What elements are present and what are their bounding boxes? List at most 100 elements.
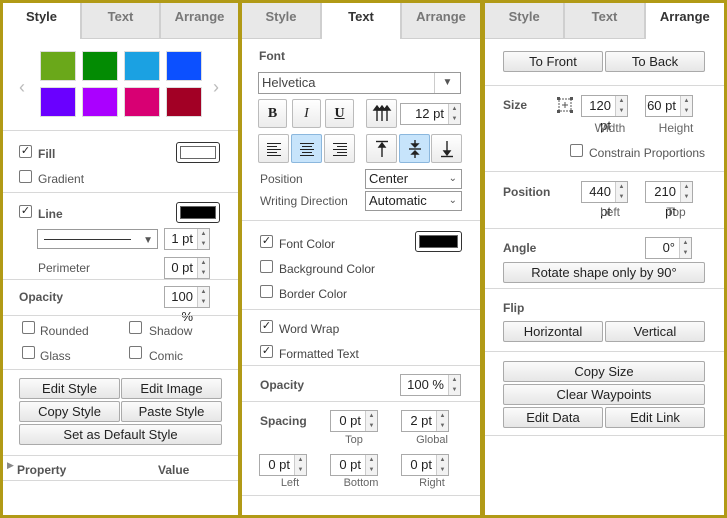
expand-arrow-icon[interactable]: ▶ bbox=[7, 460, 14, 471]
spinner-icon[interactable]: ▲ ▼ bbox=[615, 182, 627, 202]
rounded-label: Rounded bbox=[40, 324, 89, 338]
tab-arrange[interactable]: Arrange bbox=[644, 3, 724, 39]
spinner-icon[interactable]: ▲ ▼ bbox=[197, 258, 209, 278]
glass-checkbox[interactable] bbox=[22, 346, 35, 359]
word-wrap-checkbox[interactable]: ✓ bbox=[260, 320, 273, 333]
line-pattern-select[interactable]: ▼ bbox=[37, 229, 158, 249]
tab-arrange[interactable]: Arrange bbox=[401, 3, 480, 39]
clear-waypoints-button[interactable]: Clear Waypoints bbox=[503, 384, 705, 405]
color-swatch[interactable] bbox=[124, 87, 160, 117]
edit-data-button[interactable]: Edit Data bbox=[503, 407, 603, 428]
left-label: Left bbox=[599, 205, 620, 219]
autosize-icon[interactable] bbox=[556, 96, 574, 117]
spacing-right-input[interactable]: 0 pt ▲ ▼ bbox=[401, 454, 449, 476]
line-color-button[interactable] bbox=[176, 202, 220, 223]
color-swatch[interactable] bbox=[166, 87, 202, 117]
chevron-right-icon[interactable]: › bbox=[213, 77, 219, 98]
spinner-icon[interactable]: ▲ ▼ bbox=[448, 104, 460, 124]
align-center-icon[interactable] bbox=[291, 134, 322, 163]
tab-text[interactable]: Text bbox=[81, 3, 160, 39]
flip-vertical-button[interactable]: Vertical bbox=[605, 321, 705, 342]
rotate-button[interactable]: Rotate shape only by 90° bbox=[503, 262, 705, 283]
to-back-button[interactable]: To Back bbox=[605, 51, 705, 72]
font-size-input[interactable]: 12 pt ▲ ▼ bbox=[400, 103, 461, 125]
valign-middle-icon[interactable] bbox=[399, 134, 430, 163]
rounded-checkbox[interactable] bbox=[22, 321, 35, 334]
tab-style[interactable]: Style bbox=[485, 3, 565, 39]
valign-bottom-icon[interactable] bbox=[431, 134, 462, 163]
gradient-checkbox[interactable] bbox=[19, 170, 32, 183]
chevron-down-icon: ▼ bbox=[434, 73, 460, 93]
align-right-icon[interactable] bbox=[324, 134, 355, 163]
fill-color-button[interactable] bbox=[176, 142, 220, 163]
border-color-checkbox[interactable] bbox=[260, 285, 273, 298]
color-swatch[interactable] bbox=[82, 51, 118, 81]
formatted-text-checkbox[interactable]: ✓ bbox=[260, 345, 273, 358]
perimeter-input[interactable]: 0 pt ▲ ▼ bbox=[164, 257, 210, 279]
font-color-checkbox[interactable]: ✓ bbox=[260, 235, 273, 248]
italic-button[interactable]: I bbox=[292, 99, 321, 128]
line-width-input[interactable]: 1 pt ▲ ▼ bbox=[164, 228, 210, 250]
spinner-icon[interactable]: ▲ ▼ bbox=[436, 455, 448, 475]
spacing-top-input[interactable]: 0 pt ▲ ▼ bbox=[330, 410, 378, 432]
color-swatch[interactable] bbox=[40, 87, 76, 117]
opacity-input[interactable]: 100 % ▲ ▼ bbox=[164, 286, 210, 324]
font-color-button[interactable] bbox=[415, 231, 462, 252]
background-color-checkbox[interactable] bbox=[260, 260, 273, 273]
color-swatch[interactable] bbox=[124, 51, 160, 81]
spinner-icon[interactable]: ▲ ▼ bbox=[294, 455, 306, 475]
tab-arrange[interactable]: Arrange bbox=[160, 3, 238, 39]
edit-image-button[interactable]: Edit Image bbox=[121, 378, 222, 399]
edit-style-button[interactable]: Edit Style bbox=[19, 378, 120, 399]
comic-checkbox[interactable] bbox=[129, 346, 142, 359]
formatted-text-label: Formatted Text bbox=[279, 347, 359, 361]
valign-top-icon[interactable] bbox=[366, 134, 397, 163]
flip-horizontal-button[interactable]: Horizontal bbox=[503, 321, 603, 342]
tab-style[interactable]: Style bbox=[242, 3, 321, 39]
spinner-icon[interactable]: ▲ ▼ bbox=[365, 411, 377, 431]
color-swatch[interactable] bbox=[166, 51, 202, 81]
tab-text[interactable]: Text bbox=[321, 3, 401, 39]
spacing-global-input[interactable]: 2 pt ▲ ▼ bbox=[401, 410, 449, 432]
spinner-icon[interactable]: ▲ ▼ bbox=[680, 182, 692, 202]
tab-style[interactable]: Style bbox=[3, 3, 81, 39]
font-family-select[interactable]: Helvetica ▼ bbox=[258, 72, 461, 94]
line-checkbox[interactable]: ✓ bbox=[19, 205, 32, 218]
spinner-icon[interactable]: ▲ ▼ bbox=[448, 375, 460, 395]
color-swatch[interactable] bbox=[82, 87, 118, 117]
spinner-icon[interactable]: ▲ ▼ bbox=[197, 229, 209, 249]
spinner-icon[interactable]: ▲ ▼ bbox=[365, 455, 377, 475]
set-default-style-button[interactable]: Set as Default Style bbox=[19, 424, 222, 445]
writing-direction-select[interactable]: Automatic ⌄ bbox=[365, 191, 462, 211]
edit-link-button[interactable]: Edit Link bbox=[605, 407, 705, 428]
copy-style-button[interactable]: Copy Style bbox=[19, 401, 120, 422]
position-select[interactable]: Center ⌄ bbox=[365, 169, 462, 189]
chevron-left-icon[interactable]: ‹ bbox=[19, 77, 25, 98]
angle-input[interactable]: 0° ▲ ▼ bbox=[645, 237, 692, 259]
width-input[interactable]: 120 pt ▲ ▼ bbox=[581, 95, 628, 133]
shadow-checkbox[interactable] bbox=[129, 321, 142, 334]
spinner-icon[interactable]: ▲ ▼ bbox=[615, 96, 627, 116]
fill-checkbox[interactable]: ✓ bbox=[19, 145, 32, 158]
underline-button[interactable]: U bbox=[325, 99, 354, 128]
spinner-icon[interactable]: ▲ ▼ bbox=[680, 96, 692, 116]
to-front-button[interactable]: To Front bbox=[503, 51, 603, 72]
text-opacity-input[interactable]: 100 % ▲ ▼ bbox=[400, 374, 461, 396]
color-swatch[interactable] bbox=[40, 51, 76, 81]
spinner-icon[interactable]: ▲ ▼ bbox=[679, 238, 691, 258]
vertical-text-icon[interactable] bbox=[366, 99, 397, 128]
tab-text[interactable]: Text bbox=[564, 3, 645, 39]
spacing-bottom-input[interactable]: 0 pt ▲ ▼ bbox=[330, 454, 378, 476]
spacing-left-input[interactable]: 0 pt ▲ ▼ bbox=[259, 454, 307, 476]
copy-size-button[interactable]: Copy Size bbox=[503, 361, 705, 382]
paste-style-button[interactable]: Paste Style bbox=[121, 401, 222, 422]
spinner-icon[interactable]: ▲ ▼ bbox=[436, 411, 448, 431]
align-left-icon[interactable] bbox=[258, 134, 289, 163]
left-input[interactable]: 440 pt ▲ ▼ bbox=[581, 181, 628, 219]
top-input[interactable]: 210 pt ▲ ▼ bbox=[645, 181, 693, 219]
spinner-icon[interactable]: ▲ ▼ bbox=[197, 287, 209, 307]
height-input[interactable]: 60 pt ▲ ▼ bbox=[645, 95, 693, 117]
bold-button[interactable]: B bbox=[258, 99, 287, 128]
constrain-proportions-checkbox[interactable] bbox=[570, 144, 583, 157]
flip-section: Flip Horizontal Vertical bbox=[485, 288, 724, 351]
